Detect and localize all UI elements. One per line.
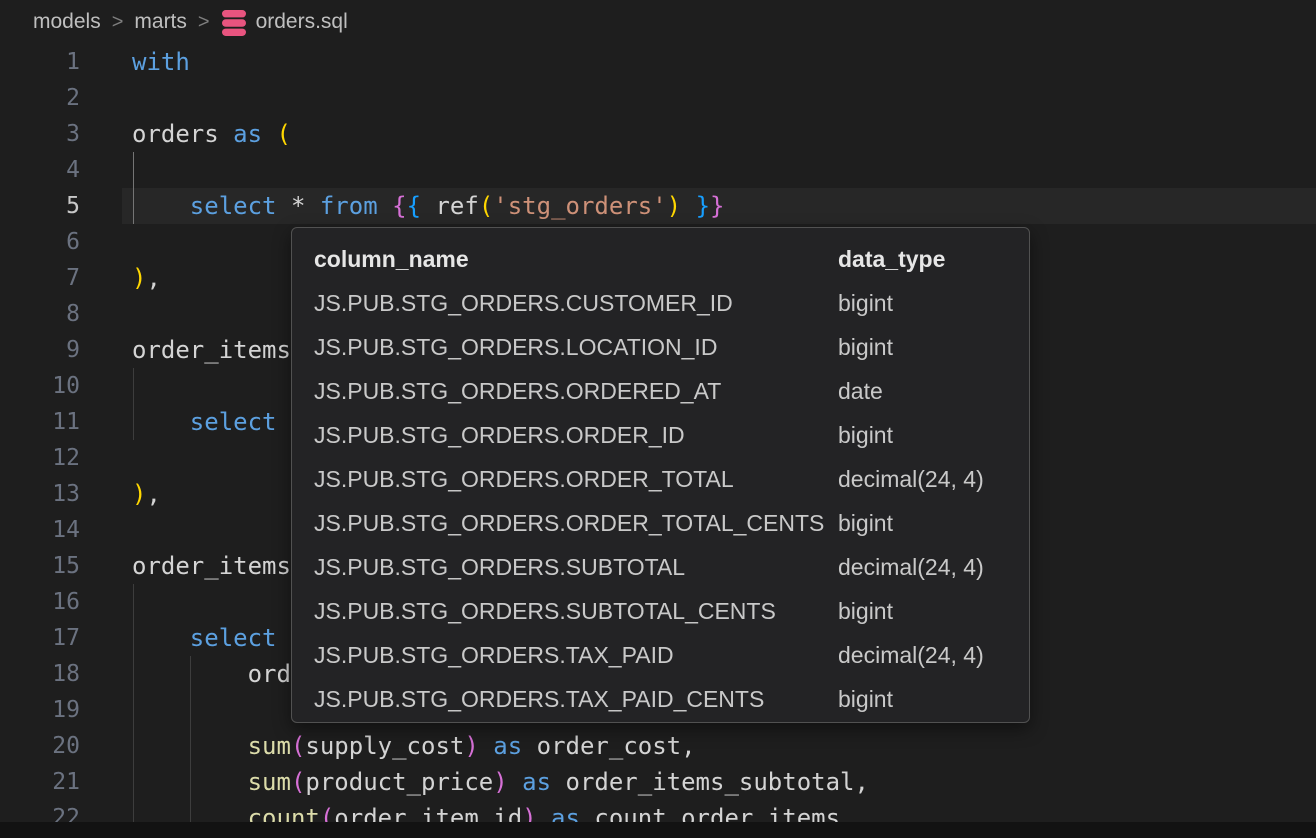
database-icon xyxy=(221,8,247,36)
code-line-2[interactable]: 2 xyxy=(0,80,1316,116)
column-name-cell: JS.PUB.STG_ORDERS.SUBTOTAL_CENTS xyxy=(314,598,776,624)
chevron-right-icon: > xyxy=(112,11,124,34)
popup-row: JS.PUB.STG_ORDERS.ORDERED_AT date xyxy=(292,369,1029,413)
column-name-cell: JS.PUB.STG_ORDERS.CUSTOMER_ID xyxy=(314,290,733,316)
line-number: 13 xyxy=(0,476,80,512)
line-number: 7 xyxy=(0,260,80,296)
line-number: 5 xyxy=(0,188,80,224)
line-number: 9 xyxy=(0,332,80,368)
popup-header-row: column_name data_type xyxy=(292,237,1029,281)
code-text: sum(supply_cost) as order_cost, xyxy=(132,728,696,764)
editor-window: models > marts > orders.sql 1 with 23 order… xyxy=(0,0,1316,838)
line-number: 2 xyxy=(0,80,80,116)
code-text: order_items xyxy=(132,332,291,368)
code-text: sum(product_price) as order_items_subtot… xyxy=(132,764,869,800)
line-number: 12 xyxy=(0,440,80,476)
code-line-1[interactable]: 1 with xyxy=(0,44,1316,80)
data-type-cell: bigint xyxy=(838,281,893,325)
data-type-cell: bigint xyxy=(838,589,893,633)
line-number: 8 xyxy=(0,296,80,332)
column-name-cell: JS.PUB.STG_ORDERS.TAX_PAID_CENTS xyxy=(314,686,764,712)
data-type-cell: decimal(24, 4) xyxy=(838,457,984,501)
breadcrumb: models > marts > orders.sql xyxy=(0,0,1316,44)
popup-row: JS.PUB.STG_ORDERS.TAX_PAID decimal(24, 4) xyxy=(292,633,1029,677)
line-number: 15 xyxy=(0,548,80,584)
code-text: ord xyxy=(132,656,291,692)
code-line-3[interactable]: 3 orders as ( xyxy=(0,116,1316,152)
data-type-cell: decimal(24, 4) xyxy=(838,633,984,677)
editor-bottom-edge xyxy=(0,822,1316,838)
data-type-cell: bigint xyxy=(838,325,893,369)
code-text: select * from {{ ref('stg_orders') }} xyxy=(132,188,724,224)
code-text: with xyxy=(132,44,190,80)
code-text: select xyxy=(132,620,277,656)
code-line-20[interactable]: 20 sum(supply_cost) as order_cost, xyxy=(0,728,1316,764)
line-number: 16 xyxy=(0,584,80,620)
data-type-cell: date xyxy=(838,369,883,413)
popup-row: JS.PUB.STG_ORDERS.SUBTOTAL_CENTS bigint xyxy=(292,589,1029,633)
line-number: 10 xyxy=(0,368,80,404)
column-name-header: column_name xyxy=(314,246,469,272)
code-line-21[interactable]: 21 sum(product_price) as order_items_sub… xyxy=(0,764,1316,800)
breadcrumb-item-models[interactable]: models xyxy=(33,10,101,34)
column-name-cell: JS.PUB.STG_ORDERS.LOCATION_ID xyxy=(314,334,717,360)
line-number: 1 xyxy=(0,44,80,80)
column-name-cell: JS.PUB.STG_ORDERS.ORDER_ID xyxy=(314,422,685,448)
column-preview-popup: column_name data_type JS.PUB.STG_ORDERS.… xyxy=(291,227,1030,723)
breadcrumb-item-file[interactable]: orders.sql xyxy=(256,10,348,34)
popup-row: JS.PUB.STG_ORDERS.ORDER_ID bigint xyxy=(292,413,1029,457)
column-name-cell: JS.PUB.STG_ORDERS.ORDER_TOTAL xyxy=(314,466,734,492)
line-number: 17 xyxy=(0,620,80,656)
data-type-header: data_type xyxy=(838,237,945,281)
data-type-cell: decimal(24, 4) xyxy=(838,545,984,589)
code-text: ), xyxy=(132,476,161,512)
popup-row: JS.PUB.STG_ORDERS.LOCATION_ID bigint xyxy=(292,325,1029,369)
popup-row: JS.PUB.STG_ORDERS.ORDER_TOTAL decimal(24,… xyxy=(292,457,1029,501)
line-number: 4 xyxy=(0,152,80,188)
data-type-cell: bigint xyxy=(838,501,893,545)
column-name-cell: JS.PUB.STG_ORDERS.SUBTOTAL xyxy=(314,554,685,580)
code-line-4[interactable]: 4 xyxy=(0,152,1316,188)
breadcrumb-item-marts[interactable]: marts xyxy=(134,10,187,34)
code-editor[interactable]: 1 with 23 orders as ( 45 select * from {{ re… xyxy=(0,44,1316,838)
chevron-right-icon: > xyxy=(198,11,210,34)
line-number: 20 xyxy=(0,728,80,764)
data-type-cell: bigint xyxy=(838,677,893,721)
code-text: orders as ( xyxy=(132,116,291,152)
popup-row: JS.PUB.STG_ORDERS.SUBTOTAL decimal(24, 4) xyxy=(292,545,1029,589)
code-text: order_items xyxy=(132,548,291,584)
column-name-cell: JS.PUB.STG_ORDERS.ORDERED_AT xyxy=(314,378,721,404)
code-text: ), xyxy=(132,260,161,296)
popup-row: JS.PUB.STG_ORDERS.CUSTOMER_ID bigint xyxy=(292,281,1029,325)
data-type-cell: bigint xyxy=(838,413,893,457)
line-number: 18 xyxy=(0,656,80,692)
line-number: 14 xyxy=(0,512,80,548)
code-text: select xyxy=(132,404,277,440)
line-number: 11 xyxy=(0,404,80,440)
popup-row: JS.PUB.STG_ORDERS.ORDER_TOTAL_CENTS bigin… xyxy=(292,501,1029,545)
line-number: 19 xyxy=(0,692,80,728)
line-number: 6 xyxy=(0,224,80,260)
popup-row: JS.PUB.STG_ORDERS.TAX_PAID_CENTS bigint xyxy=(292,677,1029,721)
line-number: 21 xyxy=(0,764,80,800)
column-name-cell: JS.PUB.STG_ORDERS.TAX_PAID xyxy=(314,642,674,668)
code-line-5[interactable]: 5 select * from {{ ref('stg_orders') }} xyxy=(0,188,1316,224)
column-name-cell: JS.PUB.STG_ORDERS.ORDER_TOTAL_CENTS xyxy=(314,510,824,536)
line-number: 3 xyxy=(0,116,80,152)
